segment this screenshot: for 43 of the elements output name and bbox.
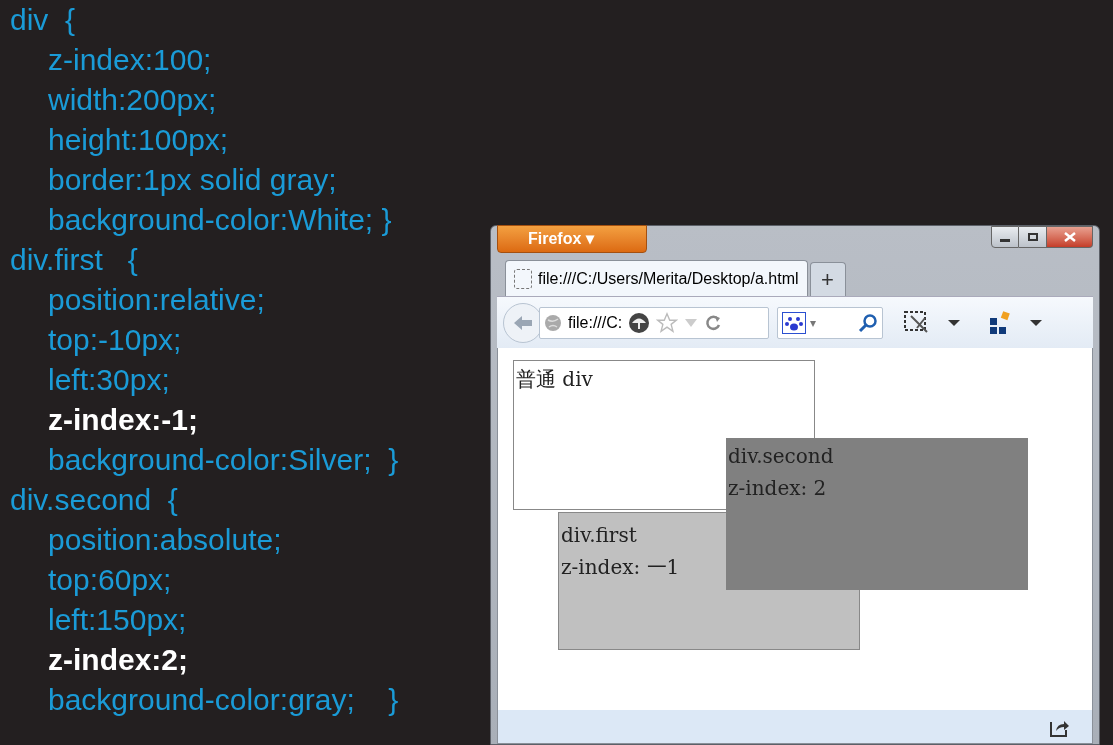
code-line: position:absolute; <box>47 522 282 558</box>
browser-tab[interactable]: file:///C:/Users/Merita/Desktop/a.html <box>505 260 808 296</box>
code-line: left:150px; <box>47 602 187 638</box>
address-bar[interactable]: file:///C: <box>539 306 769 339</box>
code-line: height:100px; <box>47 122 229 158</box>
star-icon[interactable] <box>656 311 679 334</box>
mushroom-icon <box>628 311 651 334</box>
close-icon <box>1063 232 1076 242</box>
code-line: z-index:-1; <box>47 402 198 438</box>
code-line: div { <box>9 2 76 38</box>
code-line: z-index:2; <box>47 642 188 678</box>
search-icon[interactable] <box>858 312 878 333</box>
div-text: z-index: 一1 <box>561 554 680 581</box>
maximize-button[interactable] <box>1019 226 1047 248</box>
code-line: div.second { <box>9 482 178 518</box>
address-text: file:///C: <box>568 312 623 333</box>
dropdown-icon[interactable] <box>1029 317 1043 328</box>
back-arrow-icon <box>512 313 534 332</box>
new-tab-button[interactable]: + <box>809 262 846 296</box>
code-line: background-color:gray; } <box>47 682 399 718</box>
code-line: background-color:White; } <box>47 202 392 238</box>
paw-icon <box>782 311 806 334</box>
search-engine-caret[interactable]: ▾ <box>810 313 816 332</box>
minimize-button[interactable] <box>991 226 1019 248</box>
code-line: width:200px; <box>47 82 217 118</box>
div-text: div.second <box>728 443 834 470</box>
div-text: div.first <box>561 522 637 549</box>
code-line: top:-10px; <box>47 322 182 358</box>
blank-page-icon <box>514 268 532 289</box>
code-line: top:60px; <box>47 562 172 598</box>
apps-grid-icon[interactable] <box>989 310 1013 335</box>
dropdown-icon[interactable] <box>947 317 961 328</box>
code-line: background-color:Silver; } <box>47 442 399 478</box>
reload-icon[interactable] <box>704 313 723 332</box>
search-bar[interactable]: ▾ <box>777 306 883 339</box>
code-line: z-index:100; <box>47 42 212 78</box>
div-text: 普通 div <box>516 366 593 393</box>
code-line: div.first { <box>9 242 138 278</box>
code-line: border:1px solid gray; <box>47 162 337 198</box>
close-button[interactable] <box>1047 226 1093 248</box>
code-line: position:relative; <box>47 282 265 318</box>
div-text: z-index: 2 <box>728 475 827 502</box>
code-line: left:30px; <box>47 362 170 398</box>
